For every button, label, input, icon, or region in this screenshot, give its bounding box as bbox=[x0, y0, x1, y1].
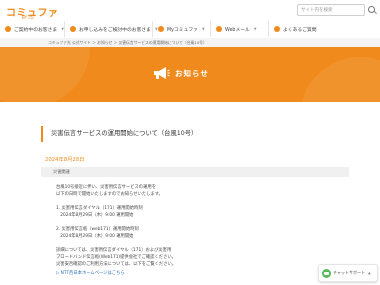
category-label: 災害関連 bbox=[41, 167, 349, 177]
ntt-west-link[interactable]: ▷ NTT西日本ホームページはこちら bbox=[56, 270, 316, 277]
article-line: 台風10号接近に伴い、災害用伝言サービスの運用を bbox=[56, 185, 156, 190]
article-line: 2024年8月29日（木）9:00 運用開始 bbox=[56, 234, 134, 239]
article-date: 2024年8月28日 bbox=[45, 157, 85, 163]
nav-item-label: よくあるご質問 bbox=[283, 27, 317, 33]
nav-item-prospective-customers[interactable]: お申し込みをご検討中のお客さま ▼ bbox=[64, 21, 158, 37]
chevron-down-icon: ▼ bbox=[201, 27, 205, 31]
nav-item-my-commufa[interactable]: Myコミュファ ▼ bbox=[152, 21, 210, 37]
chevron-down-icon: ▼ bbox=[253, 27, 257, 31]
article-line: ブロードバンド伝言板(Web171)提供会社でご確認ください。 bbox=[56, 255, 176, 260]
question-icon bbox=[274, 26, 280, 32]
article-line: 災害安否確認のご利用方法については、以下をご覧ください。 bbox=[56, 262, 177, 267]
hero-heading: お知らせ bbox=[152, 66, 209, 80]
article-line: 1. 災害用伝言ダイヤル（171）運用開始時刻 bbox=[56, 206, 143, 211]
search-icon[interactable] bbox=[368, 6, 375, 13]
nav-item-label: ご契約中のお客さま bbox=[14, 27, 58, 33]
page-title: お知らせ bbox=[175, 68, 209, 78]
article-line: 以下の日時で開始いたしますのでお知らせいたします。 bbox=[56, 192, 163, 197]
article-line: 詳細については、災害用伝言ダイヤル（171）および災害用 bbox=[56, 248, 172, 253]
mail-icon bbox=[216, 26, 222, 32]
logo-sub: BY ctc bbox=[22, 15, 35, 20]
search-input[interactable]: サイト内を検索 bbox=[297, 4, 365, 16]
nav-item-label: Webメール bbox=[225, 27, 250, 33]
article-line: 2. 災害用伝言板（web171）運用開始時刻 bbox=[56, 227, 139, 232]
article-title: 災害伝言サービスの運用開始について（台風10号） bbox=[41, 126, 346, 142]
chevron-up-icon: ▲ bbox=[367, 271, 371, 275]
user-icon bbox=[158, 26, 164, 32]
nav-item-label: お申し込みをご検討中のお客さま bbox=[79, 27, 151, 33]
arrow-icon bbox=[70, 26, 76, 32]
nav-item-webmail[interactable]: Webメール ▼ bbox=[210, 21, 268, 37]
hero-decoration bbox=[0, 47, 90, 102]
hero-decoration bbox=[300, 57, 380, 102]
article-line: 2024年8月29日（木）9:00 運用開始 bbox=[56, 213, 134, 218]
arrow-icon bbox=[5, 26, 11, 32]
page-hero: お知らせ bbox=[0, 47, 380, 102]
chat-label: チャットサポート bbox=[333, 270, 365, 275]
nav-item-label: Myコミュファ bbox=[167, 27, 198, 33]
chat-icon bbox=[322, 269, 331, 278]
nav-item-faq[interactable]: よくあるご質問 bbox=[268, 21, 380, 37]
global-nav: ご契約中のお客さま ▼ お申し込みをご検討中のお客さま ▼ Myコミュファ ▼ … bbox=[0, 21, 380, 37]
chat-support-button[interactable]: チャットサポート ▲ bbox=[318, 264, 378, 282]
megaphone-icon bbox=[152, 66, 170, 80]
nav-item-current-customers[interactable]: ご契約中のお客さま ▼ bbox=[0, 21, 64, 37]
